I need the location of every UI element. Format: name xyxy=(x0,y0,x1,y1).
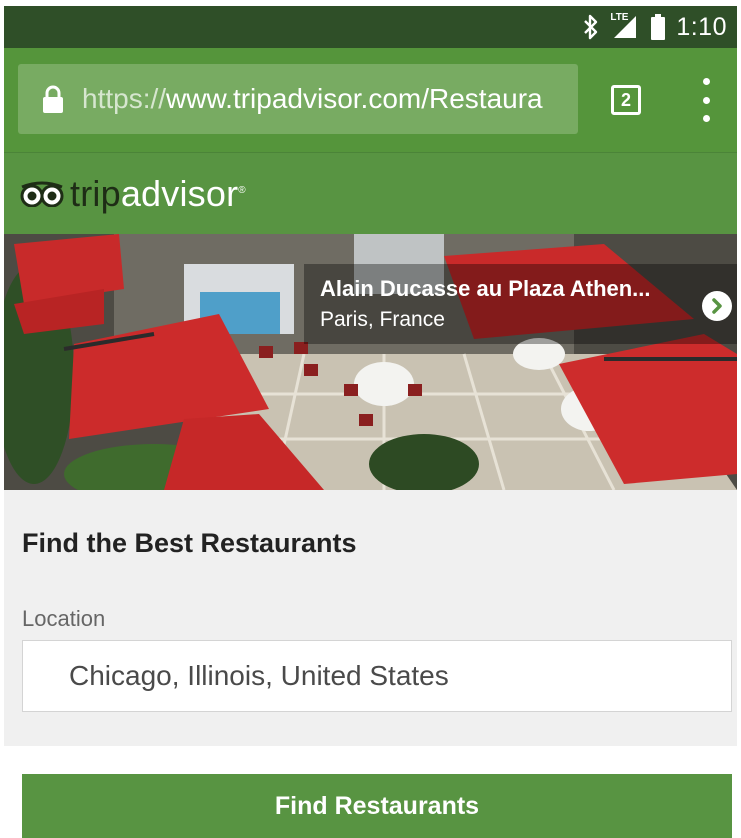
battery-icon xyxy=(650,13,666,41)
network-type-label: LTE xyxy=(610,12,629,23)
owl-eyes-icon xyxy=(20,181,64,207)
browser-toolbar: https://www.tripadvisor.com/Restaura 2 xyxy=(4,48,737,152)
hero-banner[interactable]: Alain Ducasse au Plaza Athen... Paris, F… xyxy=(4,234,737,490)
tripadvisor-logo[interactable]: tripadvisor® xyxy=(20,173,246,215)
brand-trip: trip xyxy=(70,173,121,214)
url-text: https://www.tripadvisor.com/Restaura xyxy=(82,83,543,115)
brand-wordmark: tripadvisor® xyxy=(70,173,246,215)
hero-caption[interactable]: Alain Ducasse au Plaza Athen... Paris, F… xyxy=(304,264,737,344)
restaurant-name: Alain Ducasse au Plaza Athen... xyxy=(320,276,651,301)
tabs-icon[interactable]: 2 xyxy=(611,85,641,115)
form-title: Find the Best Restaurants xyxy=(22,528,357,558)
restaurant-search-form: Find the Best Restaurants Location Chica… xyxy=(4,490,737,746)
status-bar: LTE 1:10 xyxy=(4,6,737,48)
url-bar[interactable]: https://www.tripadvisor.com/Restaura xyxy=(18,64,578,134)
restaurant-location: Paris, France xyxy=(320,308,445,331)
brand-advisor: advisor xyxy=(120,173,239,214)
signal-icon: LTE xyxy=(610,12,640,40)
location-input[interactable]: Chicago, Illinois, United States xyxy=(22,640,732,712)
find-restaurants-button[interactable]: Find Restaurants xyxy=(22,774,732,838)
site-header: tripadvisor® xyxy=(4,152,737,235)
lock-icon xyxy=(42,84,64,114)
url-scheme: https:// xyxy=(82,83,167,114)
chevron-right-icon[interactable] xyxy=(702,291,732,321)
location-label: Location xyxy=(22,606,106,631)
tab-count: 2 xyxy=(620,89,631,110)
registered-mark: ® xyxy=(238,185,246,196)
bluetooth-icon xyxy=(582,14,600,40)
clock: 1:10 xyxy=(676,12,727,41)
overflow-menu-icon[interactable] xyxy=(694,78,718,122)
url-host-path: www.tripadvisor.com/Restaura xyxy=(166,83,543,114)
